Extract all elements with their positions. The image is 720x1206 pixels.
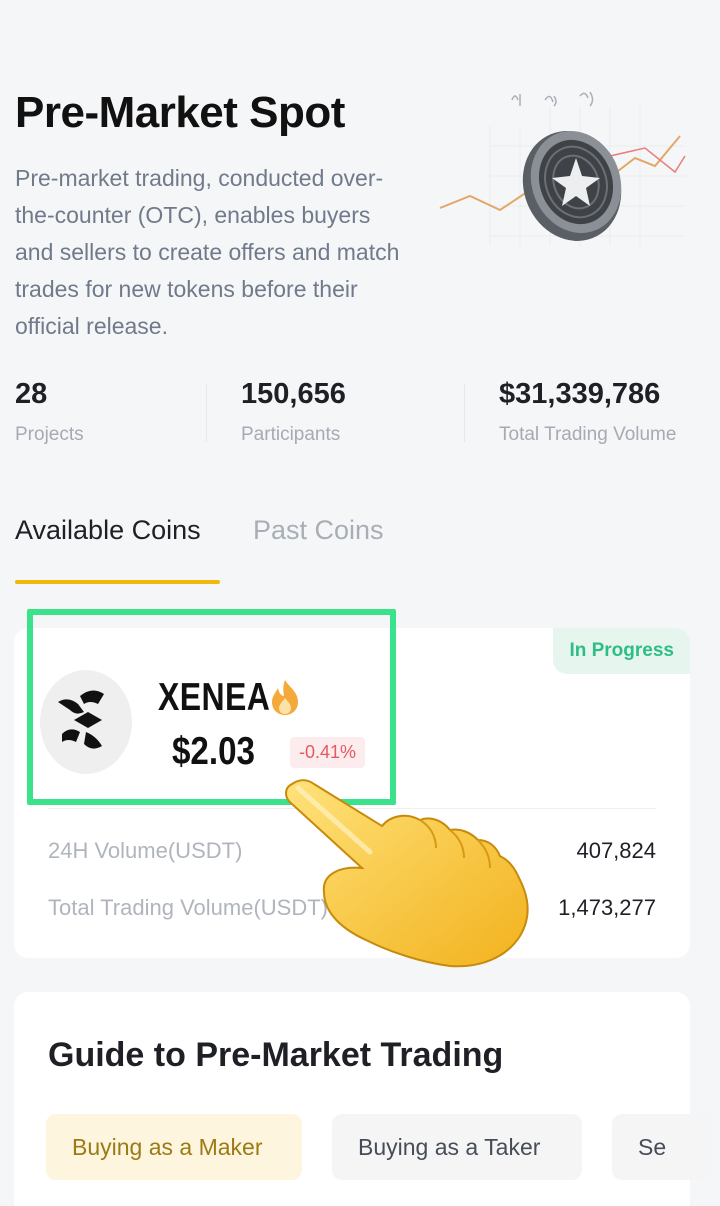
guide-option-buying-maker[interactable]: Buying as a Maker xyxy=(46,1114,302,1180)
page-description: Pre-market trading, conducted over-the-c… xyxy=(15,165,400,339)
stat-divider xyxy=(464,384,465,442)
tab-past-coins[interactable]: Past Coins xyxy=(253,515,384,546)
stat-value: 28 xyxy=(15,378,48,410)
metric-label: 24H Volume(USDT) xyxy=(48,838,243,863)
stats-row: 28 Projects 150,656 Participants $31,339… xyxy=(0,378,720,458)
page-title: Pre-Market Spot xyxy=(15,88,345,137)
stat-participants: 150,656 Participants xyxy=(241,378,346,446)
stat-label: Total Trading Volume xyxy=(499,424,677,445)
guide-option-buying-taker[interactable]: Buying as a Taker xyxy=(332,1114,582,1180)
stat-label: Participants xyxy=(241,424,341,445)
guide-title: Guide to Pre-Market Trading xyxy=(48,1036,504,1074)
metric-value: 407,824 xyxy=(576,838,656,863)
metric-value: 1,473,277 xyxy=(558,895,656,920)
tab-available-coins[interactable]: Available Coins xyxy=(15,515,201,546)
active-tab-indicator xyxy=(15,580,220,584)
pointing-hand-icon xyxy=(285,779,529,968)
stat-projects: 28 Projects xyxy=(15,378,84,446)
coin-tabs: Available Coins Past Coins xyxy=(15,515,705,585)
status-badge: In Progress xyxy=(553,628,690,674)
stat-value: $31,339,786 xyxy=(499,378,661,410)
guide-option-selling[interactable]: Se xyxy=(612,1114,712,1180)
coin-art-icon xyxy=(439,91,686,246)
stat-label: Projects xyxy=(15,424,84,445)
stat-divider xyxy=(206,384,207,442)
stat-total-trading-volume: $31,339,786 Total Trading Volume xyxy=(499,378,676,446)
stat-value: 150,656 xyxy=(241,378,346,410)
